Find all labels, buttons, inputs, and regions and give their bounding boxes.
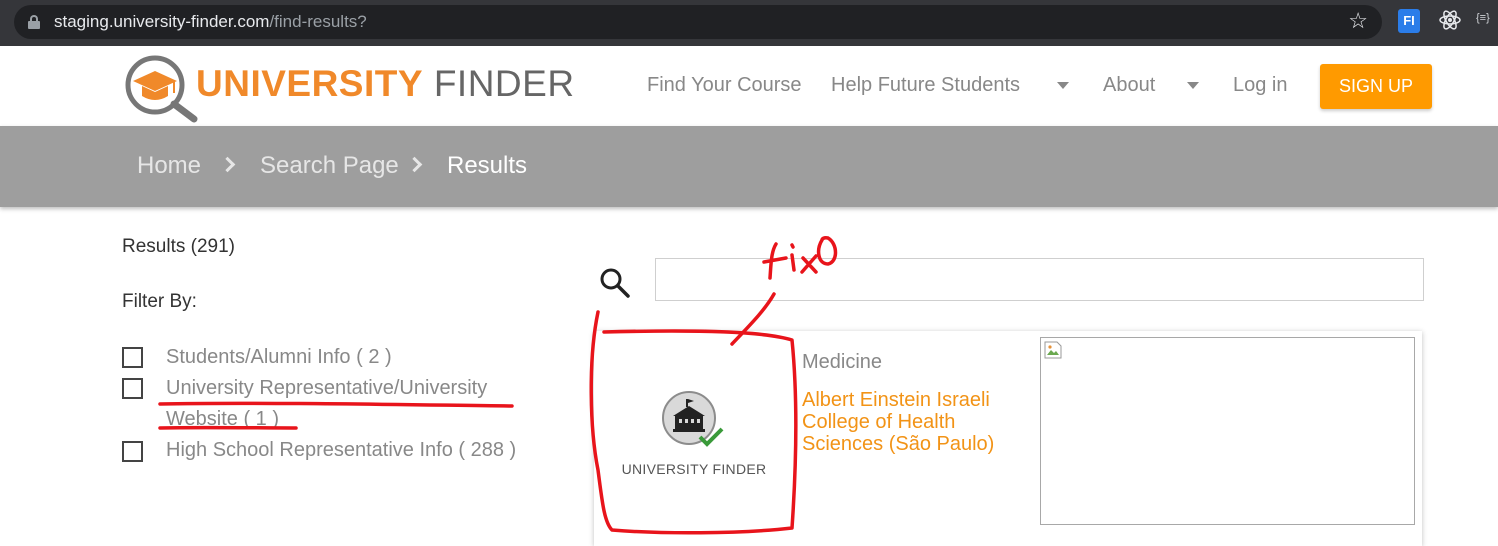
- filter-checkbox-high-school-representative[interactable]: [122, 441, 143, 462]
- nav-login[interactable]: Log in: [1233, 74, 1288, 97]
- browser-toolbar: staging.university-finder.com/find-resul…: [0, 0, 1498, 46]
- react-devtools-icon[interactable]: [1438, 8, 1462, 37]
- result-thumbnail[interactable]: UNIVERSITY FINDER: [594, 331, 794, 546]
- filter-label-students-alumni[interactable]: Students/Alumni Info ( 2 ): [166, 342, 536, 373]
- brand-name[interactable]: UNIVERSITY FINDER: [196, 63, 575, 105]
- brand-name-part1: UNIVERSITY: [196, 63, 423, 104]
- chevron-right-icon: [220, 157, 236, 173]
- filter-label-university-representative[interactable]: University Representative/University Web…: [166, 373, 536, 435]
- university-finder-logo-icon[interactable]: [122, 51, 202, 121]
- star-icon[interactable]: ☆: [1348, 8, 1368, 34]
- breadcrumb: Home Search Page Results: [0, 126, 1498, 207]
- result-category: Medicine: [802, 351, 882, 374]
- result-card[interactable]: UNIVERSITY FINDER Medicine Albert Einste…: [594, 331, 1422, 546]
- nav-find-your-course[interactable]: Find Your Course: [647, 74, 802, 97]
- brand-name-part2: FINDER: [434, 63, 575, 104]
- result-university-link[interactable]: Albert Einstein Israeli College of Healt…: [802, 389, 1022, 455]
- filter-checkbox-university-representative[interactable]: [122, 378, 143, 399]
- breadcrumb-search-page[interactable]: Search Page: [260, 152, 399, 180]
- url-text[interactable]: staging.university-finder.com/find-resul…: [54, 12, 367, 32]
- broken-image-icon: [1044, 341, 1062, 359]
- chevron-down-icon[interactable]: [1057, 82, 1069, 89]
- chevron-down-icon[interactable]: [1187, 82, 1199, 89]
- results-count: Results (291): [122, 236, 235, 258]
- filter-by-heading: Filter By:: [122, 291, 197, 313]
- nav-help-future-students[interactable]: Help Future Students: [831, 74, 1020, 97]
- address-bar[interactable]: staging.university-finder.com/find-resul…: [14, 5, 1382, 39]
- breadcrumb-results: Results: [447, 152, 527, 180]
- json-extension-icon[interactable]: {≡}: [1476, 12, 1490, 24]
- search-icon[interactable]: [599, 267, 631, 304]
- lock-icon[interactable]: [28, 15, 40, 29]
- fi-extension-icon[interactable]: FI: [1398, 9, 1420, 33]
- result-image: [1040, 337, 1415, 525]
- chevron-right-icon: [407, 157, 423, 173]
- search-input[interactable]: [655, 258, 1424, 301]
- nav-about[interactable]: About: [1103, 74, 1155, 97]
- checkmark-icon: [698, 427, 724, 452]
- site-header: UNIVERSITY FINDER Find Your Course Help …: [0, 46, 1498, 126]
- thumbnail-label: UNIVERSITY FINDER: [594, 461, 794, 477]
- filter-checkbox-students-alumni[interactable]: [122, 347, 143, 368]
- url-path: /find-results?: [269, 12, 366, 31]
- url-host: staging.university-finder.com: [54, 12, 269, 31]
- filter-label-high-school-representative[interactable]: High School Representative Info ( 288 ): [166, 435, 536, 466]
- breadcrumb-home[interactable]: Home: [137, 152, 201, 180]
- signup-button[interactable]: SIGN UP: [1320, 64, 1432, 109]
